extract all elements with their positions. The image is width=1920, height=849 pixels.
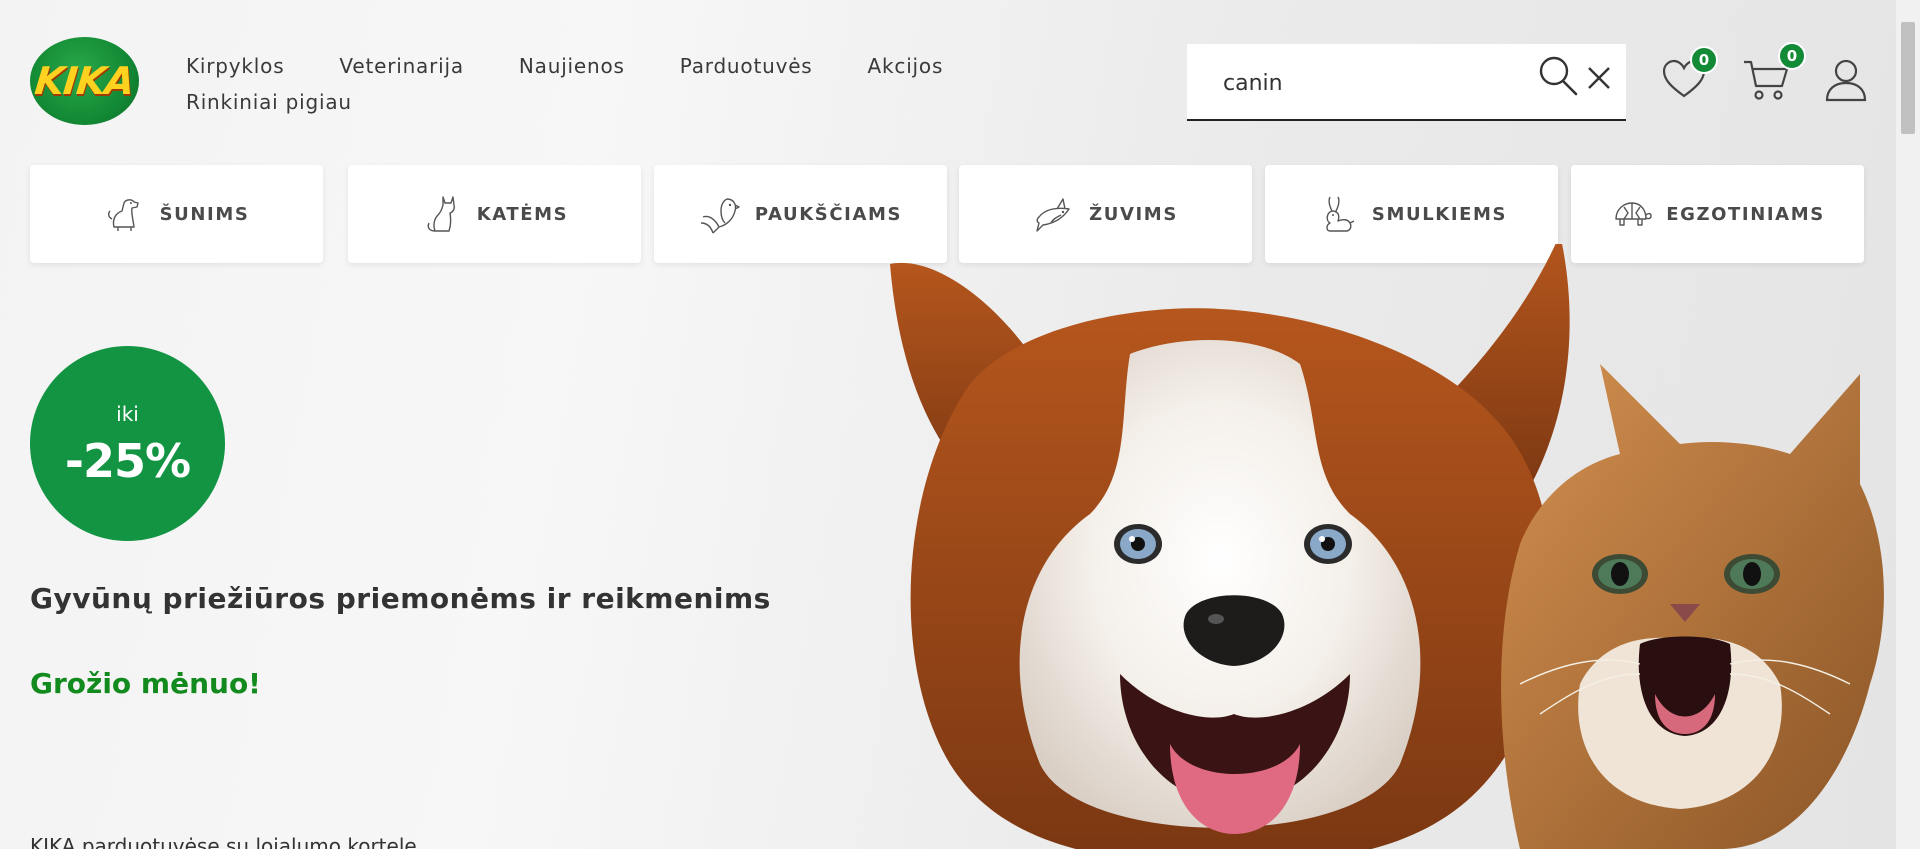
category-cats[interactable]: KATĖMS [348, 165, 641, 263]
cart-count-badge: 0 [1778, 42, 1806, 70]
kika-logo[interactable]: KIKA [30, 37, 139, 125]
main-nav: Kirpyklos Veterinarija Naujienos Parduot… [186, 48, 1066, 120]
user-icon [1825, 59, 1867, 102]
nav-item-kirpyklos[interactable]: Kirpyklos [186, 54, 284, 78]
category-label: PAUKŠČIAMS [754, 203, 903, 225]
nav-row-1: Kirpyklos Veterinarija Naujienos Parduot… [186, 48, 1066, 84]
account-button[interactable] [1822, 56, 1870, 104]
hero-image [880, 244, 1890, 849]
nav-item-naujienos[interactable]: Naujienos [519, 54, 625, 78]
category-dogs[interactable]: ŠUNIMS [30, 165, 323, 263]
category-label: SMULKIEMS [1371, 203, 1508, 225]
search-icon[interactable] [1536, 54, 1580, 98]
cat-icon [427, 196, 455, 232]
search-input[interactable] [1223, 64, 1503, 102]
hero-note: KIKA parduotuvėse su lojalumo kortele [30, 834, 417, 849]
nav-row-2: Rinkiniai pigiau [186, 84, 1066, 120]
hero-subtitle: Grožio mėnuo! [30, 667, 261, 700]
category-label: EGZOTINIAMS [1666, 203, 1825, 225]
bird-icon [700, 198, 740, 234]
nav-item-akcijos[interactable]: Akcijos [868, 54, 944, 78]
fish-icon [1036, 198, 1070, 232]
dog-icon [107, 199, 139, 231]
category-label: ŠUNIMS [159, 203, 250, 225]
close-icon[interactable] [1585, 64, 1613, 92]
search-box [1187, 44, 1626, 121]
page-scrollbar[interactable] [1896, 0, 1920, 849]
wishlist-button[interactable]: 0 [1660, 46, 1718, 104]
cart-button[interactable]: 0 [1742, 42, 1806, 104]
nav-item-parduotuves[interactable]: Parduotuvės [680, 54, 813, 78]
nav-item-rinkiniai-pigiau[interactable]: Rinkiniai pigiau [186, 90, 352, 114]
header: KIKA Kirpyklos Veterinarija Naujienos Pa… [0, 0, 1920, 150]
hero-title: Gyvūnų priežiūros priemonėms ir reikmeni… [30, 582, 771, 615]
turtle-icon [1615, 202, 1652, 226]
discount-amount: -25% [64, 434, 191, 488]
rabbit-icon [1326, 196, 1355, 232]
logo-text: KIKA [32, 59, 137, 103]
dog-and-cat-photo [890, 244, 1884, 849]
category-label: ŽUVIMS [1089, 203, 1178, 225]
category-label: KATĖMS [476, 203, 569, 225]
discount-badge: iki -25% [30, 346, 225, 541]
scrollbar-thumb[interactable] [1901, 22, 1915, 134]
discount-prefix: iki [116, 402, 139, 426]
wishlist-count-badge: 0 [1690, 46, 1718, 74]
nav-item-veterinarija[interactable]: Veterinarija [339, 54, 463, 78]
